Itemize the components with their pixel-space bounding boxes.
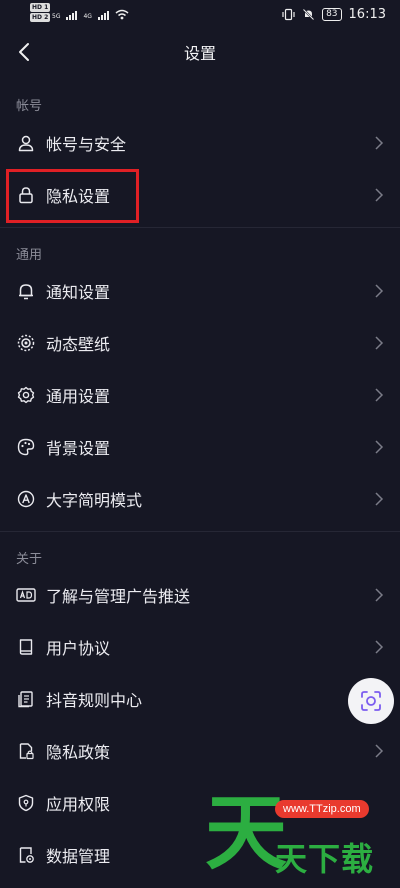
chevron-right-icon bbox=[375, 136, 384, 150]
top-bar: 设置 bbox=[0, 28, 400, 76]
settings-item-ad-management[interactable]: 了解与管理广告推送 bbox=[0, 569, 400, 621]
settings-item-live-wallpaper[interactable]: 动态壁纸 bbox=[0, 317, 400, 369]
chevron-right-icon bbox=[375, 744, 384, 758]
settings-item-label: 数据管理 bbox=[46, 847, 111, 866]
hd-indicators: HD 1 HD 2 bbox=[30, 3, 51, 22]
chevron-right-icon bbox=[375, 588, 384, 602]
hd1-badge: HD 1 bbox=[30, 3, 51, 12]
wallpaper-icon bbox=[16, 333, 36, 353]
hd2-badge: HD 2 bbox=[30, 13, 51, 22]
page-title: 设置 bbox=[183, 44, 216, 63]
ad-icon bbox=[16, 585, 36, 605]
mute-bell-icon bbox=[302, 8, 315, 20]
settings-item-label: 应用权限 bbox=[46, 795, 111, 814]
gear-icon bbox=[16, 385, 36, 405]
section-title-account: 帐号 bbox=[16, 99, 43, 114]
status-time: 16:13 bbox=[348, 6, 386, 22]
watermark-url: www.TTzip.com bbox=[275, 800, 369, 818]
settings-item-label: 了解与管理广告推送 bbox=[46, 587, 191, 606]
chevron-right-icon bbox=[375, 492, 384, 506]
settings-item-label: 通知设置 bbox=[46, 283, 111, 302]
privacy-file-icon bbox=[16, 741, 36, 761]
settings-item-label: 帐号与安全 bbox=[46, 135, 127, 154]
status-bar: HD 1 HD 2 5G 4G 83 16:13 bbox=[0, 0, 400, 28]
settings-item-account-security[interactable]: 帐号与安全 bbox=[0, 117, 400, 169]
settings-item-label: 隐私政策 bbox=[46, 743, 111, 762]
watermark-logo: 天 www.TTzip.com 天下载 bbox=[205, 788, 400, 888]
signal-bars-1-icon bbox=[66, 10, 78, 20]
settings-item-label: 大字简明模式 bbox=[46, 491, 143, 510]
settings-item-label: 背景设置 bbox=[46, 439, 111, 458]
chevron-left-icon bbox=[19, 43, 29, 61]
settings-item-label: 动态壁纸 bbox=[46, 335, 111, 354]
chevron-right-icon bbox=[375, 336, 384, 350]
settings-item-large-font-mode[interactable]: 大字简明模式 bbox=[0, 473, 400, 525]
settings-item-background-settings[interactable]: 背景设置 bbox=[0, 421, 400, 473]
scan-icon bbox=[361, 691, 381, 711]
signal-indicators: 5G 4G bbox=[52, 9, 129, 20]
signal-bars-2-icon bbox=[97, 10, 109, 20]
settings-item-label: 用户协议 bbox=[46, 639, 111, 658]
vibrate-icon bbox=[282, 8, 295, 20]
section-title-about: 关于 bbox=[16, 552, 43, 567]
settings-item-privacy-policy[interactable]: 隐私政策 bbox=[0, 725, 400, 777]
highlight-box bbox=[6, 169, 139, 223]
settings-item-notification-settings[interactable]: 通知设置 bbox=[0, 265, 400, 317]
shield-icon bbox=[16, 793, 36, 813]
floating-scan-button[interactable] bbox=[348, 678, 394, 724]
settings-item-label: 抖音规则中心 bbox=[46, 691, 143, 710]
chevron-right-icon bbox=[375, 388, 384, 402]
palette-icon bbox=[16, 437, 36, 457]
bell-icon bbox=[16, 281, 36, 301]
font-a-icon bbox=[16, 489, 36, 509]
chevron-right-icon bbox=[375, 188, 384, 202]
chevron-right-icon bbox=[375, 640, 384, 654]
net2-label: 4G bbox=[83, 12, 92, 20]
section-title-general: 通用 bbox=[16, 248, 43, 263]
book-icon bbox=[16, 637, 36, 657]
wifi-icon bbox=[115, 9, 129, 19]
back-button[interactable] bbox=[10, 38, 38, 66]
section-divider bbox=[0, 531, 400, 532]
settings-item-general-settings[interactable]: 通用设置 bbox=[0, 369, 400, 421]
settings-item-user-agreement[interactable]: 用户协议 bbox=[0, 621, 400, 673]
chevron-right-icon bbox=[375, 284, 384, 298]
net1-label: 5G bbox=[52, 12, 61, 20]
document-icon bbox=[16, 689, 36, 709]
user-icon bbox=[16, 133, 36, 153]
watermark-text: 天下载 bbox=[275, 840, 375, 878]
settings-item-rules-center[interactable]: 抖音规则中心 bbox=[0, 673, 400, 725]
section-divider bbox=[0, 227, 400, 228]
chevron-right-icon bbox=[375, 440, 384, 454]
data-settings-icon bbox=[16, 845, 36, 865]
settings-item-label: 通用设置 bbox=[46, 387, 111, 406]
battery-level: 83 bbox=[322, 7, 342, 21]
